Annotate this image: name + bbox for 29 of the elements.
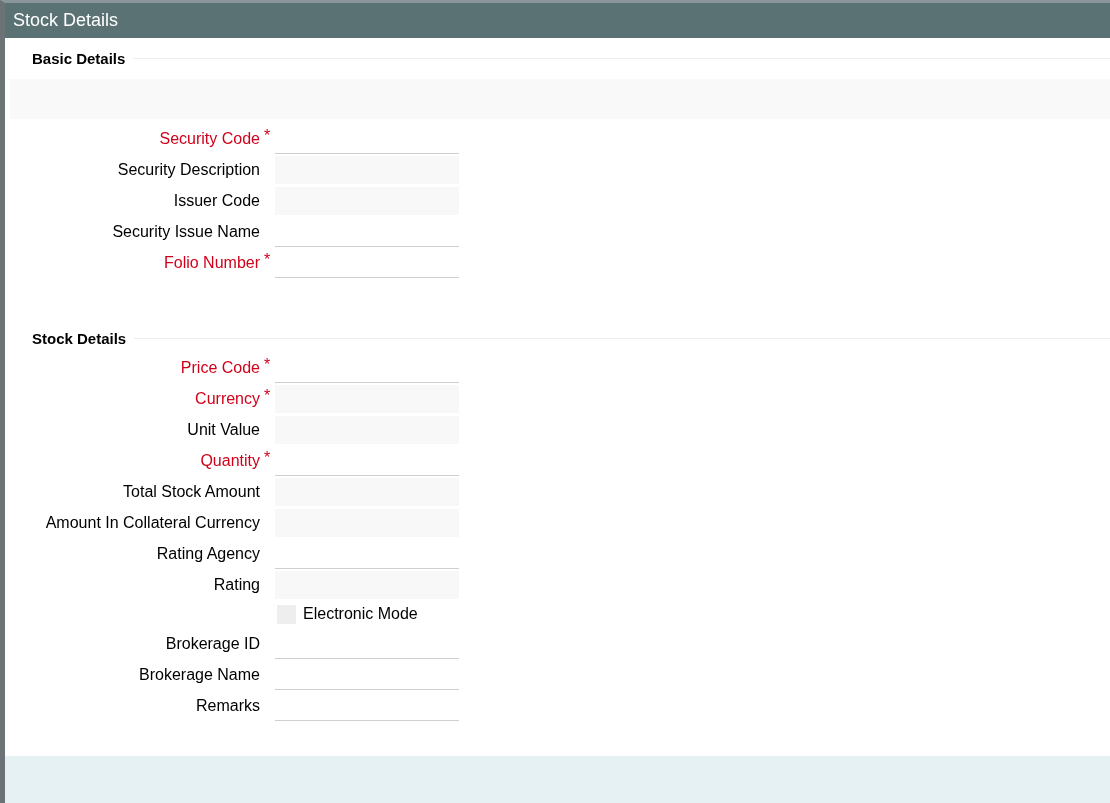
field-label: Amount In Collateral Currency: [44, 513, 260, 532]
field-label: Brokerage ID: [164, 634, 260, 653]
field-label: Folio Number: [162, 253, 260, 272]
field-label: Rating: [212, 575, 260, 594]
field-label: Currency: [194, 389, 260, 408]
required-marker: *: [264, 356, 271, 373]
section-title: Basic Details: [32, 49, 126, 67]
input-field[interactable]: [275, 477, 459, 506]
input-field[interactable]: [275, 384, 459, 413]
section-title: Stock Details: [32, 329, 127, 347]
field-label: Security Description: [116, 160, 260, 179]
window-title: Stock Details: [5, 3, 1110, 38]
input-field[interactable]: [275, 155, 459, 184]
required-marker: *: [264, 387, 271, 404]
field-label: Total Stock Amount: [122, 482, 260, 501]
field-label: Rating Agency: [155, 544, 260, 563]
field-label: Unit Value: [186, 420, 260, 439]
checkbox-label: Electronic Mode: [303, 605, 418, 623]
field-label: Price Code: [179, 358, 260, 377]
field-label: Issuer Code: [172, 191, 260, 210]
required-marker: *: [264, 251, 271, 268]
required-marker: *: [264, 449, 271, 466]
field-label: Remarks: [195, 696, 260, 715]
field-label: Security Issue Name: [111, 222, 260, 241]
field-label: Quantity: [199, 451, 260, 470]
field-label: Security Code: [158, 129, 260, 148]
field-label: Brokerage Name: [138, 665, 260, 684]
required-marker: *: [264, 127, 271, 144]
input-field[interactable]: [275, 570, 459, 599]
